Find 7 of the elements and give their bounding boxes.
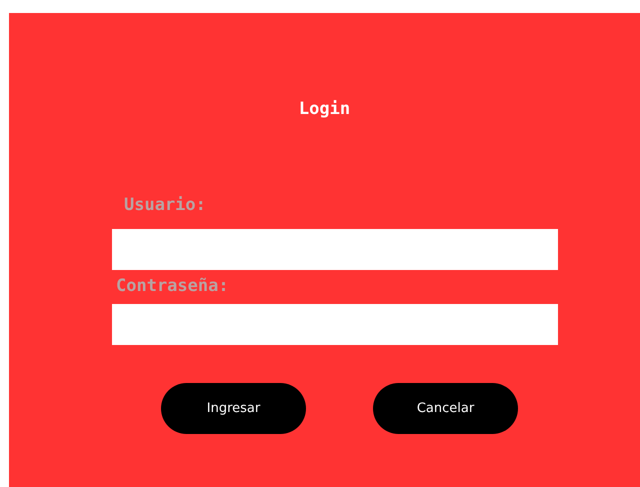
action-button[interactable]: Ingresar (161, 383, 306, 434)
field-label: Contraseña: (116, 276, 229, 296)
action-button[interactable]: Cancelar (373, 383, 518, 434)
input-field[interactable] (112, 304, 558, 345)
input-field[interactable] (112, 229, 558, 270)
login-title: Login (298, 99, 352, 119)
field-label: Usuario: (124, 195, 206, 215)
